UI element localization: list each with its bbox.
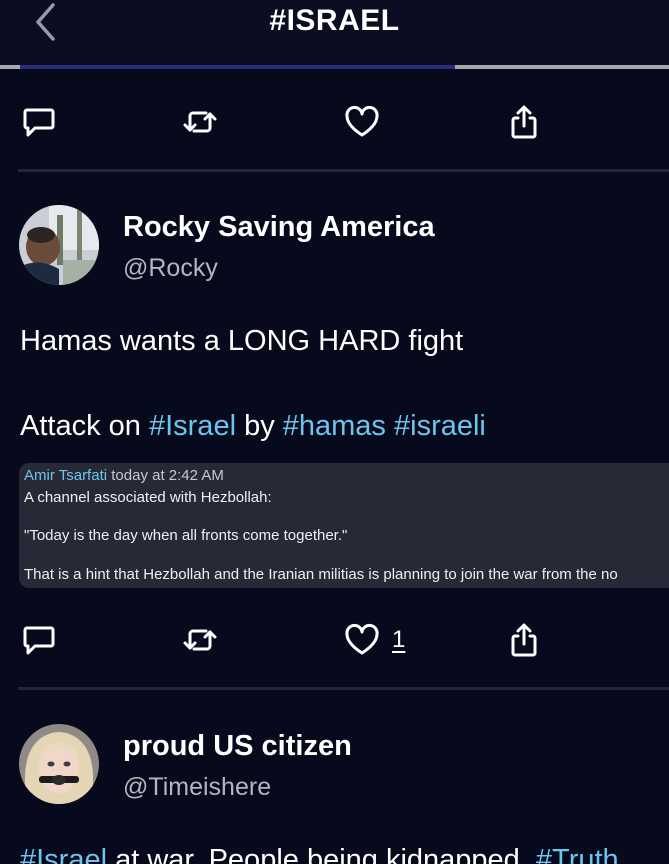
post-text-line: Attack on #Israel by #hamas #israeli bbox=[20, 410, 486, 443]
reply-button[interactable] bbox=[21, 102, 57, 142]
share-icon bbox=[511, 623, 537, 657]
post-text-line: Hamas wants a LONG HARD fight bbox=[20, 325, 464, 357]
share-icon bbox=[511, 105, 537, 139]
post-text: Attack on bbox=[20, 410, 149, 442]
share-button[interactable] bbox=[506, 102, 542, 142]
share-button[interactable] bbox=[506, 620, 542, 660]
quote-author[interactable]: Amir Tsarfati bbox=[24, 467, 107, 484]
post-text: at war. People being kidnapped. bbox=[107, 844, 536, 864]
top-bar: #ISRAEL bbox=[0, 0, 669, 66]
scroll-progress-fill bbox=[20, 65, 455, 69]
post-text: by bbox=[236, 410, 283, 442]
like-button[interactable] bbox=[344, 102, 380, 142]
hashtag-link[interactable]: #Truth bbox=[536, 844, 619, 864]
repost-button[interactable] bbox=[182, 102, 218, 142]
post-divider bbox=[18, 687, 669, 690]
user-handle[interactable]: @Rocky bbox=[123, 254, 218, 283]
quote-timestamp: today at 2:42 AM bbox=[111, 467, 224, 484]
hashtag-link[interactable]: #hamas bbox=[283, 410, 386, 442]
quote-text-line: That is a hint that Hezbollah and the Ir… bbox=[24, 566, 618, 583]
reply-icon bbox=[23, 626, 55, 655]
avatar[interactable] bbox=[19, 205, 99, 285]
quoted-message-card[interactable]: Amir Tsarfati today at 2:42 AM A channel… bbox=[19, 463, 669, 588]
page-title: #ISRAEL bbox=[269, 4, 400, 37]
quote-text-line: A channel associated with Hezbollah: bbox=[24, 489, 272, 506]
like-count[interactable]: 1 bbox=[392, 626, 405, 654]
reply-icon bbox=[23, 108, 55, 137]
user-handle[interactable]: @Timeishere bbox=[123, 773, 271, 802]
post-actions bbox=[0, 102, 669, 142]
like-icon bbox=[345, 623, 379, 655]
post-actions: 1 bbox=[0, 620, 669, 660]
quote-header: Amir Tsarfati today at 2:42 AM bbox=[24, 467, 224, 484]
like-icon bbox=[345, 105, 379, 137]
post-text bbox=[386, 410, 394, 442]
display-name[interactable]: proud US citizen bbox=[123, 730, 352, 763]
hashtag-link[interactable]: #israeli bbox=[394, 410, 486, 442]
quote-text-line: "Today is the day when all fronts come t… bbox=[24, 527, 348, 544]
hashtag-link[interactable]: #Israel bbox=[149, 410, 236, 442]
post-divider bbox=[18, 169, 669, 172]
repost-icon bbox=[183, 629, 217, 651]
post-text-line: #Israel at war. People being kidnapped. … bbox=[20, 844, 619, 864]
repost-icon bbox=[183, 111, 217, 133]
hashtag-link[interactable]: #Israel bbox=[20, 844, 107, 864]
display-name[interactable]: Rocky Saving America bbox=[123, 211, 435, 244]
like-button[interactable]: 1 bbox=[344, 620, 405, 660]
repost-button[interactable] bbox=[182, 620, 218, 660]
avatar[interactable] bbox=[19, 724, 99, 804]
reply-button[interactable] bbox=[21, 620, 57, 660]
scroll-progress-bar bbox=[0, 65, 669, 69]
